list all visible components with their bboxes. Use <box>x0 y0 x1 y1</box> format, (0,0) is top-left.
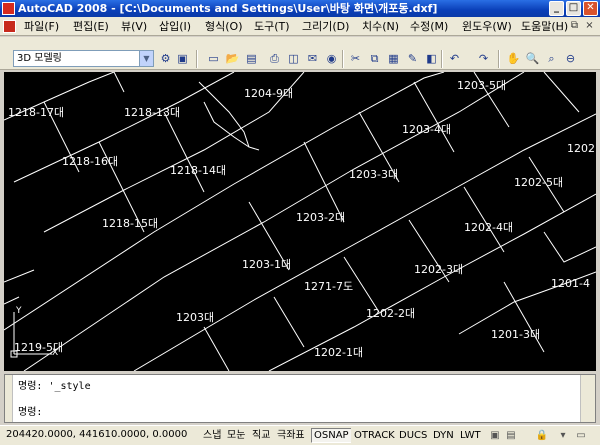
menu-edit[interactable]: 편집(E) <box>71 17 111 35</box>
standard-toolbar: 3D 모델링 ▼ ⚙ ▣ ▭ 📂 ▤ ⎙ ◫ ✉ ◉ ✂ ⧉ ▦ ✎ ◧ ↶ ↷… <box>0 37 600 70</box>
redo-icon[interactable]: ↷ <box>475 51 492 67</box>
command-history-line: 명령: '_style <box>18 381 91 393</box>
parcel-label: 1203대 <box>176 311 215 324</box>
parcel-label: 1202 <box>567 142 595 155</box>
status-bar: 204420.0000, 441610.0000, 0.0000 스냅 모눈 직… <box>0 425 600 445</box>
workspace-settings-icon[interactable]: ⚙ <box>157 51 174 67</box>
minimize-button[interactable]: _ <box>549 1 564 16</box>
document-icon[interactable] <box>3 20 16 33</box>
parcel-label: 1218-17대 <box>8 106 65 119</box>
parcel-label: 1271-7도 <box>304 280 354 293</box>
cut-icon[interactable]: ✂ <box>347 51 364 67</box>
ucs-icon: Y X <box>8 304 58 364</box>
zoom-realtime-icon[interactable]: 🔍 <box>524 51 541 67</box>
menu-dimension[interactable]: 치수(N) <box>360 17 401 35</box>
match-properties-icon[interactable]: ✎ <box>404 51 421 67</box>
coordinate-readout[interactable]: 204420.0000, 441610.0000, 0.0000 <box>6 426 187 444</box>
zoom-window-icon[interactable]: ⌕ <box>543 51 560 67</box>
plot-preview-icon[interactable]: ◫ <box>285 51 302 67</box>
new-icon[interactable]: ▭ <box>205 51 222 67</box>
menu-draw[interactable]: 그리기(D) <box>300 17 351 35</box>
copy-icon[interactable]: ⧉ <box>366 51 383 67</box>
close-button[interactable]: ✕ <box>583 1 598 16</box>
menu-modify[interactable]: 수정(M) <box>408 17 450 35</box>
zoom-previous-icon[interactable]: ⊖ <box>562 51 579 67</box>
parcel-label: 1202-1대 <box>314 346 364 359</box>
otrack-toggle[interactable]: OTRACK <box>351 428 398 443</box>
parcel-label: 1203-2대 <box>296 211 346 224</box>
toolbar-grip-icon[interactable]: ▣ <box>174 51 191 67</box>
save-icon[interactable]: ▤ <box>243 51 260 67</box>
layout-icon[interactable]: ▤ <box>504 429 518 443</box>
parcel-label: 1204-9대 <box>244 87 294 100</box>
block-editor-icon[interactable]: ◧ <box>423 51 440 67</box>
osnap-toggle[interactable]: OSNAP <box>311 428 352 443</box>
maximize-icon[interactable]: ▭ <box>574 429 588 443</box>
mdi-close-button[interactable]: × <box>583 19 596 33</box>
menu-bar: 파일(F) 편집(E) 뷰(V) 삽입(I) 형식(O) 도구(T) 그리기(D… <box>0 17 600 36</box>
parcel-label: 1203-1대 <box>242 258 292 271</box>
autocad-app-icon[interactable] <box>2 2 15 15</box>
parcel-label: 1218-13대 <box>124 106 181 119</box>
lwt-toggle[interactable]: LWT <box>457 428 484 443</box>
ortho-toggle[interactable]: 직교 <box>249 428 274 443</box>
toolbar-separator <box>342 50 344 68</box>
menu-format[interactable]: 형식(O) <box>203 17 244 35</box>
menu-window[interactable]: 윈도우(W) <box>460 17 514 35</box>
toolbar-separator <box>498 50 500 68</box>
parcel-label: 1218-16대 <box>62 155 119 168</box>
publish-icon[interactable]: ✉ <box>304 51 321 67</box>
command-text: '_style <box>48 381 91 392</box>
settings-icon[interactable]: ▾ <box>556 429 570 443</box>
parcel-label: 1218-15대 <box>102 217 159 230</box>
dyn-toggle[interactable]: DYN <box>430 428 457 443</box>
menu-insert[interactable]: 삽입(I) <box>157 17 193 35</box>
command-prompt: 명령: <box>18 407 43 418</box>
paste-icon[interactable]: ▦ <box>385 51 402 67</box>
parcel-label: 1201-4 <box>551 277 590 290</box>
command-prompt: 명령: <box>18 381 43 392</box>
parcel-label: 1202-2대 <box>366 307 416 320</box>
ucs-x-label: X <box>52 348 59 358</box>
parcel-label: 1201-3대 <box>491 328 541 341</box>
ducs-toggle[interactable]: DUCS <box>396 428 431 443</box>
window-titlebar: AutoCAD 2008 - [C:\Documents and Setting… <box>0 0 600 17</box>
undo-icon[interactable]: ↶ <box>446 51 463 67</box>
menu-file[interactable]: 파일(F) <box>22 17 61 35</box>
open-icon[interactable]: 📂 <box>224 51 241 67</box>
grid-toggle[interactable]: 모눈 <box>224 428 249 443</box>
plot-icon[interactable]: ⎙ <box>266 51 283 67</box>
parcel-label: 1218-14대 <box>170 164 227 177</box>
parcel-label: 1202-4대 <box>464 221 514 234</box>
mdi-minimize-button[interactable]: _ <box>553 19 566 33</box>
polar-toggle[interactable]: 극좌표 <box>274 428 308 443</box>
pan-icon[interactable]: ✋ <box>505 51 522 67</box>
mdi-restore-button[interactable]: ⧉ <box>568 19 581 33</box>
command-input-line[interactable]: 명령: <box>18 407 42 419</box>
command-scrollbar[interactable] <box>580 375 595 422</box>
snap-toggle[interactable]: 스냅 <box>200 428 225 443</box>
parcel-label: 1202-3대 <box>414 263 464 276</box>
toolbar-separator <box>196 50 198 68</box>
parcel-label: 1202-5대 <box>514 176 564 189</box>
lock-icon[interactable]: 🔒 <box>535 429 549 443</box>
ucs-y-label: Y <box>16 306 22 316</box>
command-window-grip[interactable] <box>5 375 13 422</box>
workspace-dropdown[interactable]: 3D 모델링 ▼ <box>13 50 154 67</box>
model-icon[interactable]: ▣ <box>488 429 502 443</box>
drawing-canvas[interactable]: 1204-9대 1203-5대 1218-17대 1218-13대 1203-4… <box>4 72 596 371</box>
3d-dwf-icon[interactable]: ◉ <box>323 51 340 67</box>
parcel-label: 1203-5대 <box>457 79 507 92</box>
parcel-label: 1203-4대 <box>402 123 452 136</box>
chevron-down-icon[interactable]: ▼ <box>139 51 153 66</box>
workspace-value: 3D 모델링 <box>17 53 62 64</box>
parcel-label: 1203-3대 <box>349 168 399 181</box>
menu-tools[interactable]: 도구(T) <box>252 17 292 35</box>
menu-view[interactable]: 뷰(V) <box>119 17 149 35</box>
maximize-button[interactable]: □ <box>566 1 581 16</box>
toolbar-separator <box>441 50 443 68</box>
window-title: AutoCAD 2008 - [C:\Documents and Setting… <box>18 2 438 15</box>
command-window: 명령: '_style 명령: <box>4 374 596 423</box>
